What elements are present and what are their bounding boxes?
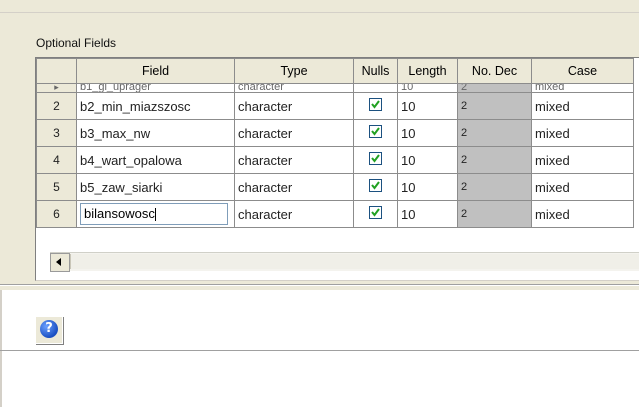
- horizontal-scrollbar[interactable]: [50, 252, 639, 272]
- nulls-checkbox[interactable]: [369, 152, 382, 165]
- nulls-cell[interactable]: [353, 83, 398, 93]
- field-cell[interactable]: b5_zaw_siarki: [76, 173, 235, 201]
- table-row[interactable]: 4 b4_wart_opalowa character 10 2 mixed: [36, 146, 634, 174]
- row-number[interactable]: 2: [36, 92, 77, 120]
- row-number[interactable]: 3: [36, 119, 77, 147]
- field-edit-input[interactable]: bilansowosc: [80, 203, 228, 225]
- column-header-length[interactable]: Length: [397, 58, 458, 84]
- type-cell[interactable]: character: [234, 119, 354, 147]
- nulls-cell[interactable]: [353, 173, 398, 201]
- column-header-nulls[interactable]: Nulls: [353, 58, 398, 84]
- length-cell[interactable]: 10: [397, 119, 458, 147]
- header-row: Field Type Nulls Length No. Dec Case: [36, 58, 634, 84]
- case-cell[interactable]: mixed: [531, 173, 634, 201]
- top-strip: [0, 0, 639, 13]
- field-cell[interactable]: b1_gl_uprager: [76, 83, 235, 93]
- scroll-left-arrow-icon[interactable]: [50, 253, 70, 272]
- no-dec-cell: 2: [457, 119, 532, 147]
- row-header-corner: [36, 58, 77, 84]
- no-dec-cell: 2: [457, 83, 532, 93]
- table-row-partial[interactable]: ▸ b1_gl_uprager character 10 2 mixed: [36, 83, 634, 93]
- row-number[interactable]: 4: [36, 146, 77, 174]
- case-cell[interactable]: mixed: [531, 146, 634, 174]
- type-cell[interactable]: character: [234, 200, 354, 228]
- row-number[interactable]: 6: [36, 200, 77, 228]
- table-row[interactable]: 5 b5_zaw_siarki character 10 2 mixed: [36, 173, 634, 201]
- row-number[interactable]: 5: [36, 173, 77, 201]
- no-dec-cell: 2: [457, 200, 532, 228]
- nulls-cell[interactable]: [353, 92, 398, 120]
- row-selector-partial[interactable]: ▸: [36, 83, 77, 93]
- optional-fields-label: Optional Fields: [36, 36, 117, 50]
- type-cell[interactable]: character: [234, 146, 354, 174]
- separator-highlight: [0, 285, 639, 286]
- column-header-type[interactable]: Type: [234, 58, 354, 84]
- help-question-icon: ?: [40, 320, 58, 338]
- length-cell[interactable]: 10: [397, 92, 458, 120]
- table-row[interactable]: 3 b3_max_nw character 10 2 mixed: [36, 119, 634, 147]
- case-cell[interactable]: mixed: [531, 200, 634, 228]
- nulls-checkbox[interactable]: [369, 206, 382, 219]
- field-cell-editing[interactable]: bilansowosc: [76, 200, 235, 228]
- column-header-case[interactable]: Case: [531, 58, 634, 84]
- table-row[interactable]: 6 bilansowosc character 10 2 mixed: [36, 200, 634, 228]
- no-dec-cell: 2: [457, 92, 532, 120]
- nulls-checkbox[interactable]: [369, 98, 382, 111]
- scroll-thumb[interactable]: [70, 254, 639, 269]
- case-cell[interactable]: mixed: [531, 83, 634, 93]
- no-dec-cell: 2: [457, 173, 532, 201]
- type-cell[interactable]: character: [234, 173, 354, 201]
- nulls-checkbox[interactable]: [369, 179, 382, 192]
- nulls-checkbox[interactable]: [369, 125, 382, 138]
- case-cell[interactable]: mixed: [531, 119, 634, 147]
- field-cell[interactable]: b2_min_miazszosc: [76, 92, 235, 120]
- no-dec-cell: 2: [457, 146, 532, 174]
- length-cell[interactable]: 10: [397, 200, 458, 228]
- column-header-field[interactable]: Field: [76, 58, 235, 84]
- optional-fields-grid[interactable]: Field Type Nulls Length No. Dec Case ▸ b1…: [35, 57, 639, 281]
- type-cell[interactable]: character: [234, 83, 354, 93]
- field-cell[interactable]: b4_wart_opalowa: [76, 146, 235, 174]
- nulls-cell[interactable]: [353, 146, 398, 174]
- table-row[interactable]: 2 b2_min_miazszosc character 10 2 mixed: [36, 92, 634, 120]
- separator-bottom: [0, 350, 639, 351]
- column-header-no-dec[interactable]: No. Dec: [457, 58, 532, 84]
- field-cell[interactable]: b3_max_nw: [76, 119, 235, 147]
- nulls-cell[interactable]: [353, 119, 398, 147]
- dialog-panel: Optional Fields Field Type Nulls Length: [0, 0, 639, 351]
- case-cell[interactable]: mixed: [531, 92, 634, 120]
- nulls-cell[interactable]: [353, 200, 398, 228]
- type-cell[interactable]: character: [234, 92, 354, 120]
- length-cell[interactable]: 10: [397, 83, 458, 93]
- help-button[interactable]: ?: [35, 316, 63, 344]
- length-cell[interactable]: 10: [397, 146, 458, 174]
- length-cell[interactable]: 10: [397, 173, 458, 201]
- fields-table: Field Type Nulls Length No. Dec Case ▸ b1…: [36, 58, 634, 228]
